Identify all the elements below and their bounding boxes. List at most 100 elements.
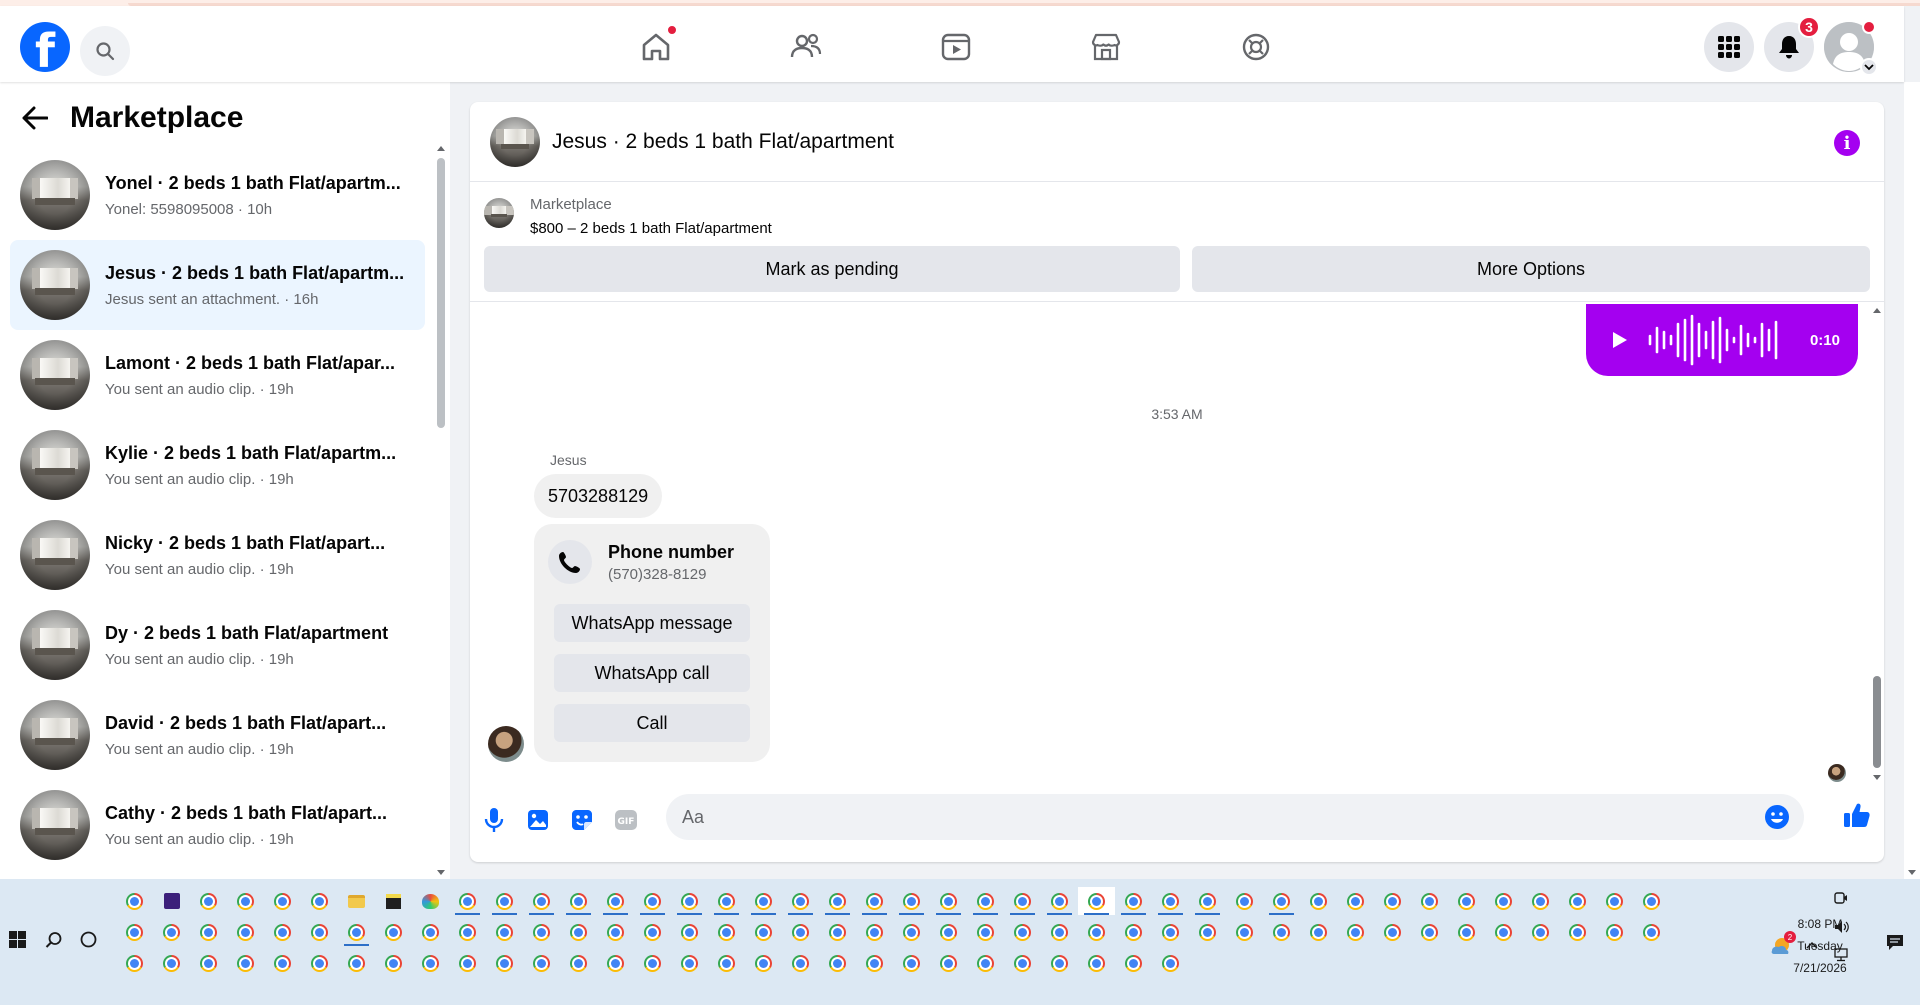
taskbar-chrome-button[interactable] [1596, 887, 1633, 915]
more-options-button[interactable]: More Options [1192, 246, 1870, 292]
nav-friends[interactable] [750, 20, 862, 74]
menu-button[interactable] [1704, 22, 1754, 72]
account-button[interactable] [1824, 20, 1878, 76]
taskbar-chrome-button[interactable] [1189, 887, 1226, 915]
conversation-item-active[interactable]: Jesus · 2 beds 1 bath Flat/apartm... Jesu… [10, 240, 425, 330]
taskbar-chrome-button[interactable] [1004, 918, 1041, 946]
taskbar-chrome-button[interactable] [634, 887, 671, 915]
taskbar-chrome-button[interactable] [1189, 918, 1226, 946]
taskbar-chrome-button[interactable] [227, 918, 264, 946]
info-icon[interactable]: i [1834, 130, 1860, 156]
taskbar-chrome-button[interactable] [634, 949, 671, 977]
whatsapp-message-button[interactable]: WhatsApp message [554, 604, 750, 642]
taskbar-chrome-button[interactable] [116, 887, 153, 915]
taskbar-chrome-button[interactable] [523, 887, 560, 915]
taskbar-chrome-button[interactable] [597, 918, 634, 946]
taskbar-chrome-button[interactable] [708, 949, 745, 977]
taskbar-chrome-button[interactable] [523, 918, 560, 946]
meet-now-icon[interactable] [1834, 891, 1848, 905]
taskbar-chrome-button[interactable] [1263, 887, 1300, 915]
taskbar-chrome-button[interactable] [1522, 918, 1559, 946]
emoji-icon[interactable] [1764, 804, 1790, 830]
taskbar-chrome-button[interactable] [301, 949, 338, 977]
taskbar-chrome-button[interactable] [1633, 887, 1670, 915]
taskbar-chrome-button[interactable] [1078, 887, 1115, 915]
taskbar-chrome-button[interactable] [1152, 949, 1189, 977]
whatsapp-call-button[interactable]: WhatsApp call [554, 654, 750, 692]
taskbar-chrome-button[interactable] [1448, 918, 1485, 946]
taskbar-chrome-button[interactable] [1004, 887, 1041, 915]
notifications-button[interactable]: 3 [1764, 16, 1820, 72]
taskbar-chrome-button[interactable] [486, 918, 523, 946]
taskbar-chrome-button[interactable] [486, 887, 523, 915]
taskbar-chrome-button[interactable] [819, 918, 856, 946]
taskbar-chrome-button[interactable] [1374, 918, 1411, 946]
conversation-item[interactable]: Yonel · 2 beds 1 bath Flat/apartm... Yone… [10, 150, 425, 240]
taskbar-chrome-button[interactable] [338, 949, 375, 977]
taskbar-chrome-button[interactable] [449, 887, 486, 915]
taskbar-chrome-button[interactable] [1041, 918, 1078, 946]
taskbar-chrome-button[interactable] [486, 949, 523, 977]
taskbar-chrome-button[interactable] [745, 949, 782, 977]
taskbar-chrome-button[interactable] [1078, 918, 1115, 946]
taskbar-chrome-button[interactable] [375, 949, 412, 977]
taskbar-chrome-button[interactable] [560, 918, 597, 946]
taskbar-chrome-button[interactable] [264, 918, 301, 946]
taskbar-chrome-button[interactable] [153, 949, 190, 977]
taskbar-chrome-button[interactable] [893, 918, 930, 946]
taskbar-chrome-button[interactable] [634, 918, 671, 946]
scroll-down-arrow-icon[interactable] [1907, 869, 1917, 877]
taskbar-chrome-button[interactable] [264, 949, 301, 977]
taskbar-chrome-button[interactable] [116, 949, 153, 977]
taskbar-chrome-button[interactable] [819, 887, 856, 915]
taskbar-app-button[interactable] [153, 887, 190, 915]
conversation-item[interactable]: David · 2 beds 1 bath Flat/apart... You s… [10, 690, 425, 780]
conversation-item[interactable]: Cathy · 2 beds 1 bath Flat/apart... You s… [10, 780, 425, 870]
taskbar-chrome-button[interactable] [560, 949, 597, 977]
chat-listing-avatar[interactable] [490, 116, 540, 167]
scroll-up-arrow-icon[interactable] [1872, 306, 1882, 314]
nav-home[interactable] [600, 20, 712, 74]
taskbar-chrome-button[interactable] [1115, 918, 1152, 946]
conversation-item[interactable]: Nicky · 2 beds 1 bath Flat/apart... You s… [10, 510, 425, 600]
taskbar-chrome-button[interactable] [190, 887, 227, 915]
nav-marketplace[interactable] [1050, 20, 1162, 74]
chat-scroll-thumb[interactable] [1873, 676, 1881, 768]
call-button[interactable]: Call [554, 704, 750, 742]
taskbar-chrome-button[interactable] [116, 918, 153, 946]
taskbar-chrome-button[interactable] [1411, 918, 1448, 946]
taskbar-chrome-button[interactable] [301, 918, 338, 946]
taskbar-chrome-button[interactable] [745, 918, 782, 946]
message-input[interactable] [682, 794, 1742, 840]
cortana-button[interactable] [80, 931, 97, 953]
play-icon[interactable] [1612, 331, 1628, 349]
taskbar-chrome-button[interactable] [967, 918, 1004, 946]
nav-video[interactable] [900, 20, 1012, 74]
taskbar-chrome-button[interactable] [1041, 887, 1078, 915]
taskbar-chrome-button[interactable] [1337, 887, 1374, 915]
taskbar-chrome-button[interactable] [1300, 887, 1337, 915]
taskbar-chrome-button[interactable] [597, 887, 634, 915]
sidebar-scrollbar[interactable] [436, 142, 446, 879]
sticker-button[interactable] [568, 806, 596, 834]
scroll-up-arrow-icon[interactable] [436, 144, 446, 152]
conversation-item-partial[interactable] [10, 870, 425, 879]
taskbar-chrome-button[interactable] [301, 887, 338, 915]
taskbar-chrome-button[interactable] [1559, 887, 1596, 915]
taskbar-chrome-button[interactable] [782, 918, 819, 946]
like-button[interactable] [1842, 800, 1872, 830]
search-button[interactable] [80, 26, 130, 76]
taskbar-chrome-button[interactable] [1559, 918, 1596, 946]
taskbar-chrome-button[interactable] [893, 949, 930, 977]
taskbar-chrome-button[interactable] [745, 887, 782, 915]
taskbar-chrome-button[interactable] [1004, 949, 1041, 977]
conversation-item[interactable]: Dy · 2 beds 1 bath Flat/apartment You sen… [10, 600, 425, 690]
taskbar-chrome-button[interactable] [1300, 918, 1337, 946]
taskbar-chrome-button[interactable] [967, 949, 1004, 977]
taskbar-chrome-button[interactable] [190, 949, 227, 977]
taskbar-chrome-button[interactable] [1226, 918, 1263, 946]
taskbar-chrome-button[interactable] [227, 887, 264, 915]
taskbar-chrome-button[interactable] [190, 918, 227, 946]
notification-center-icon[interactable] [1886, 933, 1904, 951]
taskbar-chrome-button[interactable] [1633, 918, 1670, 946]
